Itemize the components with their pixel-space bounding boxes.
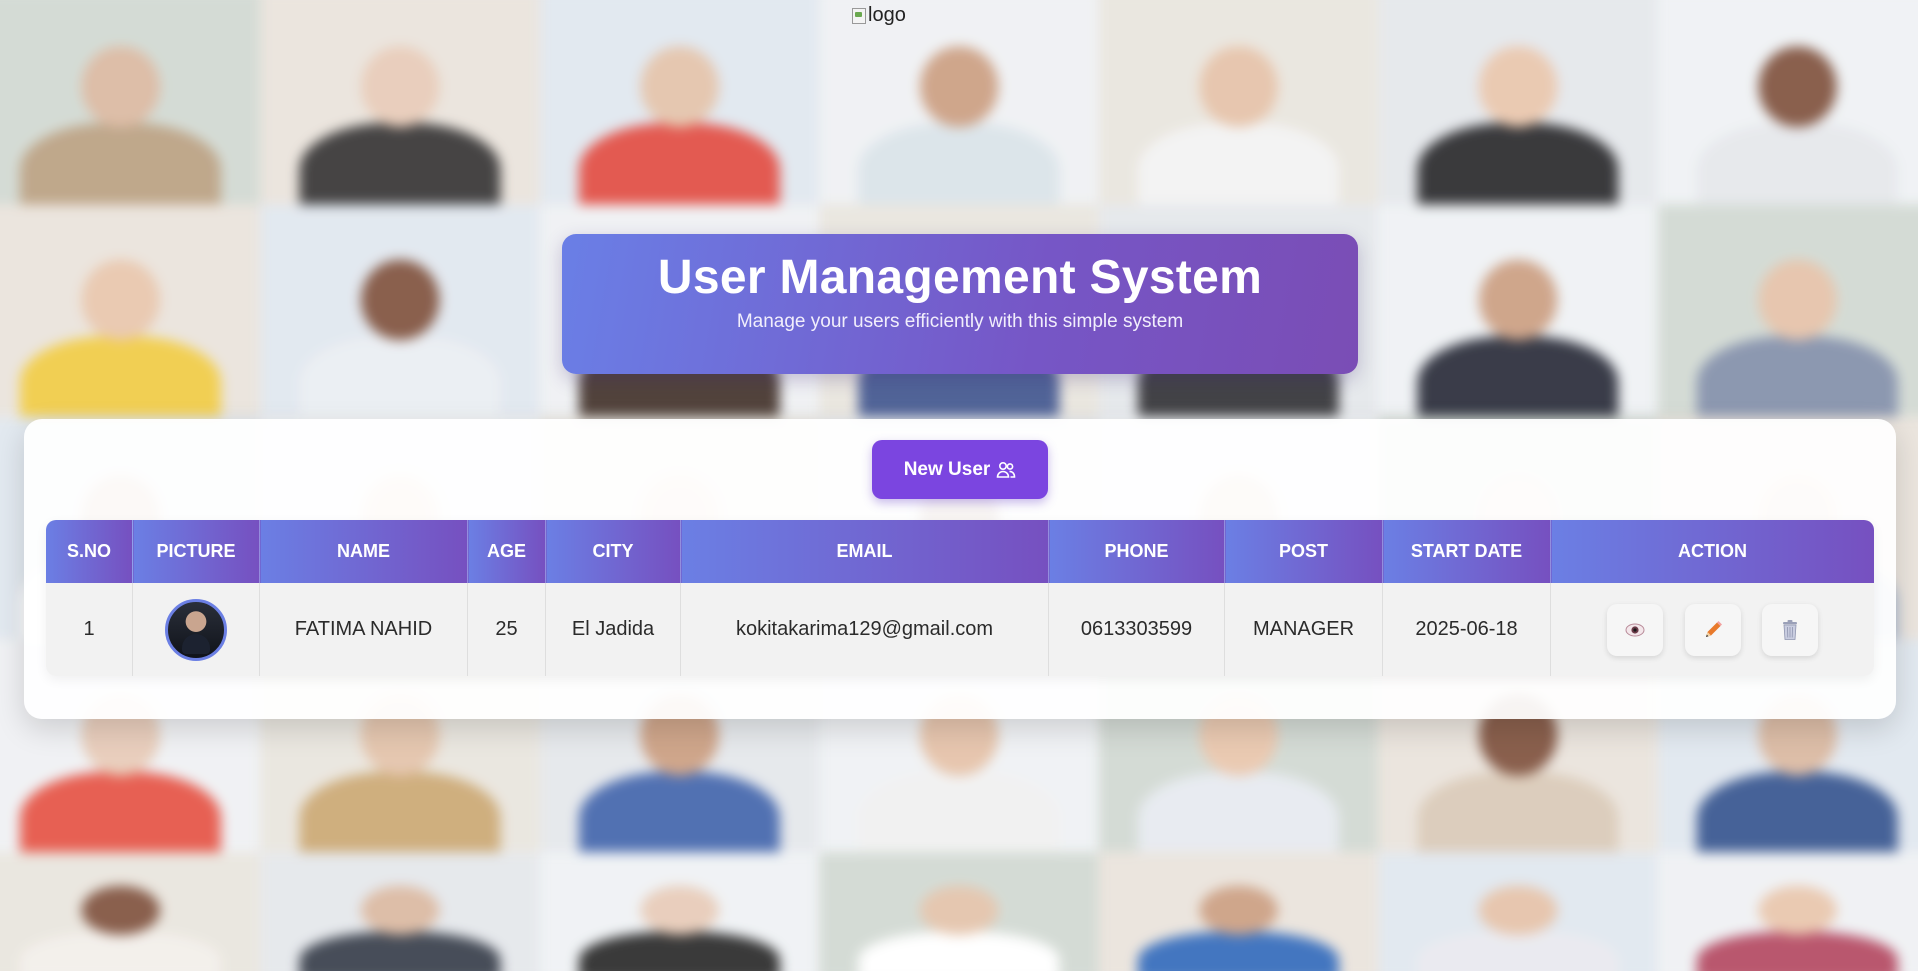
column-header-city: CITY [545, 520, 681, 583]
new-user-label: New User [903, 458, 991, 480]
column-header-picture: PICTURE [132, 520, 260, 583]
column-header-post: POST [1224, 520, 1383, 583]
page-title: User Management System [657, 251, 1263, 304]
cell-picture [132, 583, 260, 676]
column-header-name: NAME [259, 520, 468, 583]
new-user-button[interactable]: New User [872, 440, 1048, 499]
eye-icon [1625, 623, 1645, 636]
column-header-email: EMAIL [680, 520, 1049, 583]
cell-actions [1550, 583, 1874, 676]
delete-button[interactable] [1762, 603, 1819, 656]
logo-alt-text: logo [868, 4, 906, 26]
column-header-age: AGE [467, 520, 546, 583]
cell-city: El Jadida [545, 583, 681, 676]
table-row: 1 FATIMA NAHID 25 El Jadida kokitakarima… [46, 583, 1874, 676]
broken-image-icon [852, 7, 866, 24]
trash-icon [1783, 619, 1798, 640]
page-subtitle: Manage your users efficiently with this … [736, 311, 1184, 332]
edit-button[interactable] [1684, 603, 1741, 656]
cell-post: MANAGER [1224, 583, 1383, 676]
view-button[interactable] [1606, 603, 1663, 656]
avatar[interactable] [165, 598, 227, 661]
cell-phone: 0613303599 [1048, 583, 1225, 676]
cell-email: kokitakarima129@gmail.com [680, 583, 1049, 676]
column-header-phone: PHONE [1048, 520, 1225, 583]
cell-age: 25 [467, 583, 546, 676]
cell-start-date: 2025-06-18 [1382, 583, 1551, 676]
users-icon [996, 461, 1016, 478]
table-header-row: S.NO PICTURE NAME AGE CITY EMAIL PHONE P… [46, 520, 1874, 583]
logo: logo [852, 4, 906, 27]
cell-name: FATIMA NAHID [259, 583, 468, 676]
users-card: New User S.NO PICTURE NAME AGE CITY EMAI… [24, 419, 1896, 719]
pencil-icon [1705, 620, 1722, 637]
column-header-start-date: START DATE [1382, 520, 1551, 583]
column-header-sno: S.NO [46, 520, 133, 583]
column-header-action: ACTION [1550, 520, 1874, 583]
header-banner: User Management System Manage your users… [562, 234, 1358, 374]
users-table: S.NO PICTURE NAME AGE CITY EMAIL PHONE P… [46, 520, 1874, 676]
cell-sno: 1 [46, 583, 133, 676]
